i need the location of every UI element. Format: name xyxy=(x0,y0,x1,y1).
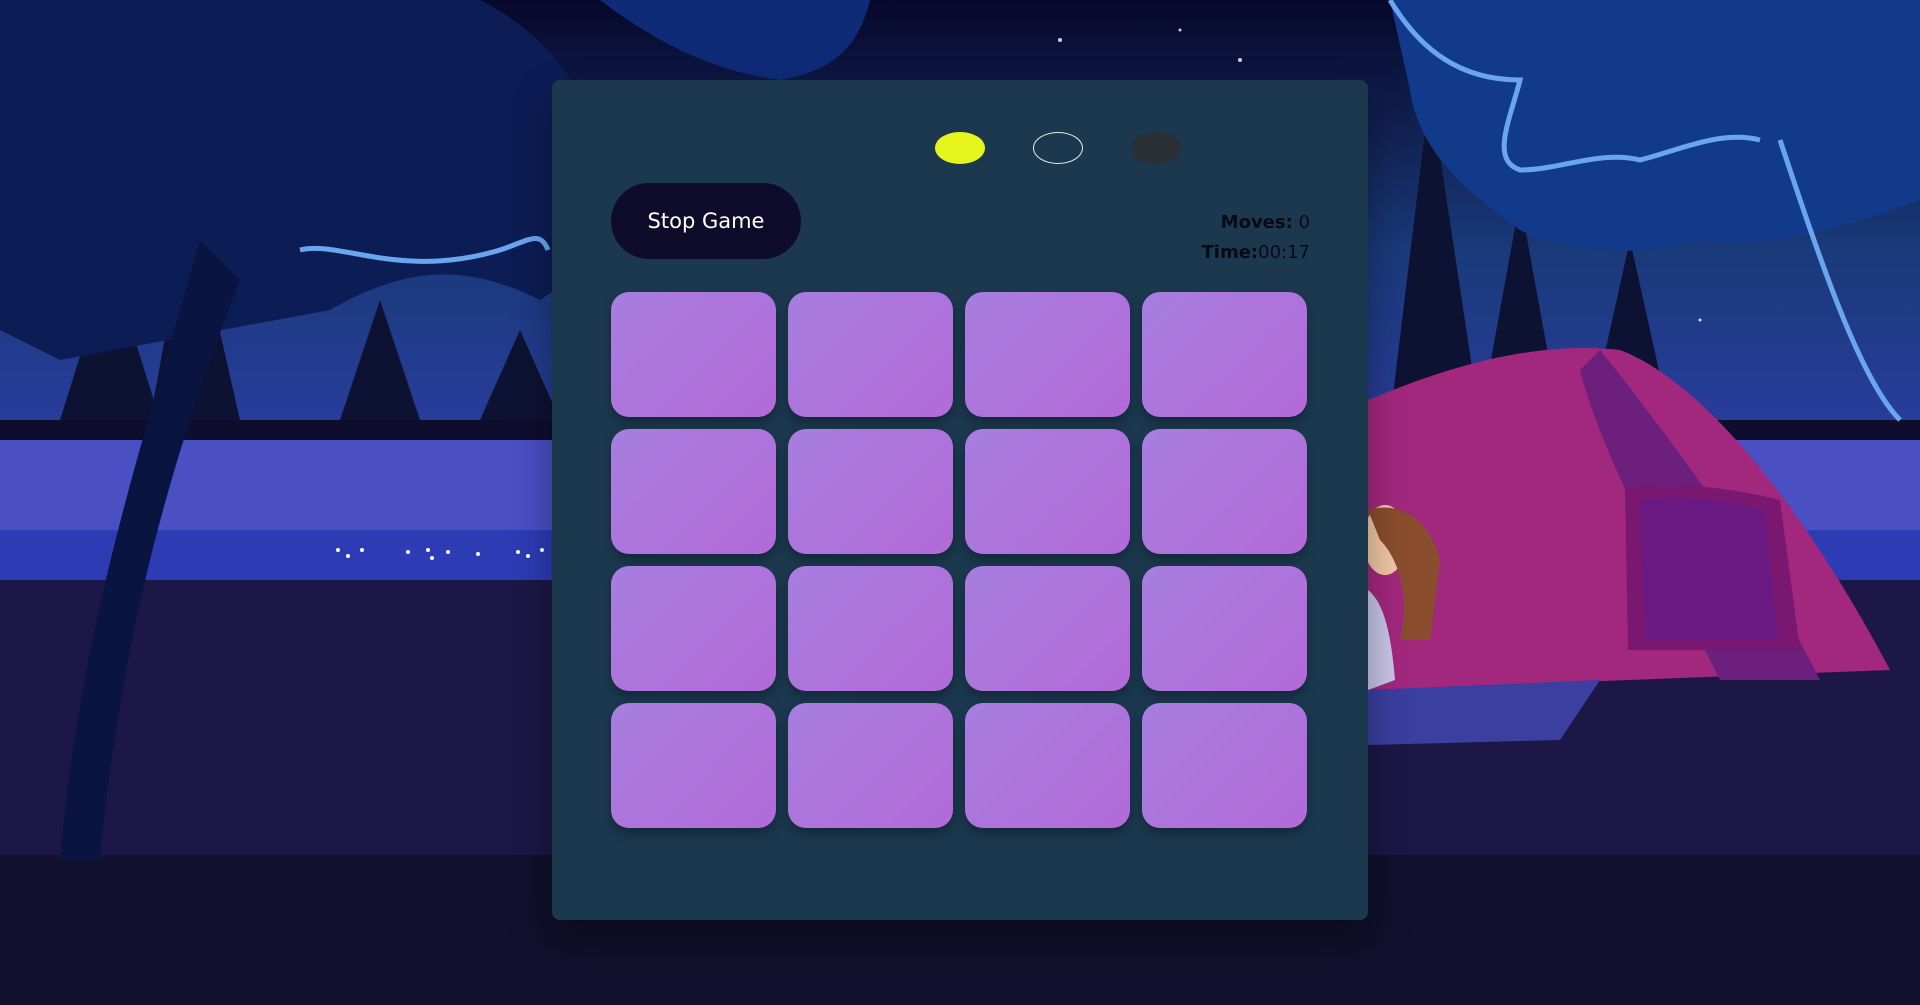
memory-card[interactable] xyxy=(788,703,953,828)
moves-value: 0 xyxy=(1298,212,1310,233)
memory-card[interactable] xyxy=(611,703,776,828)
memory-card[interactable] xyxy=(611,566,776,691)
indicator-outline-dot[interactable] xyxy=(1033,132,1083,164)
game-stats: Moves: 0 Time:00:17 xyxy=(1202,208,1311,268)
indicator-dark-dot[interactable] xyxy=(1131,132,1181,164)
card-grid xyxy=(611,292,1307,828)
time-label: Time: xyxy=(1201,242,1259,263)
memory-card[interactable] xyxy=(1142,429,1307,554)
memory-card[interactable] xyxy=(1142,703,1307,828)
memory-card[interactable] xyxy=(611,429,776,554)
memory-card[interactable] xyxy=(1142,292,1307,417)
memory-card[interactable] xyxy=(965,566,1130,691)
memory-card[interactable] xyxy=(788,566,953,691)
moves-label: Moves: xyxy=(1220,212,1293,233)
indicator-yellow-dot[interactable] xyxy=(935,132,985,164)
stop-game-button[interactable]: Stop Game xyxy=(611,183,801,259)
memory-card[interactable] xyxy=(965,292,1130,417)
moves-row: Moves: 0 xyxy=(1202,208,1310,238)
game-panel: Stop Game Moves: 0 Time:00:17 xyxy=(552,80,1368,920)
time-row: Time:00:17 xyxy=(1202,238,1311,268)
status-indicators xyxy=(935,132,1229,164)
memory-card[interactable] xyxy=(788,429,953,554)
memory-card[interactable] xyxy=(965,703,1130,828)
memory-card[interactable] xyxy=(788,292,953,417)
memory-card[interactable] xyxy=(1142,566,1307,691)
memory-card[interactable] xyxy=(965,429,1130,554)
time-value: 00:17 xyxy=(1258,242,1310,263)
memory-card[interactable] xyxy=(611,292,776,417)
